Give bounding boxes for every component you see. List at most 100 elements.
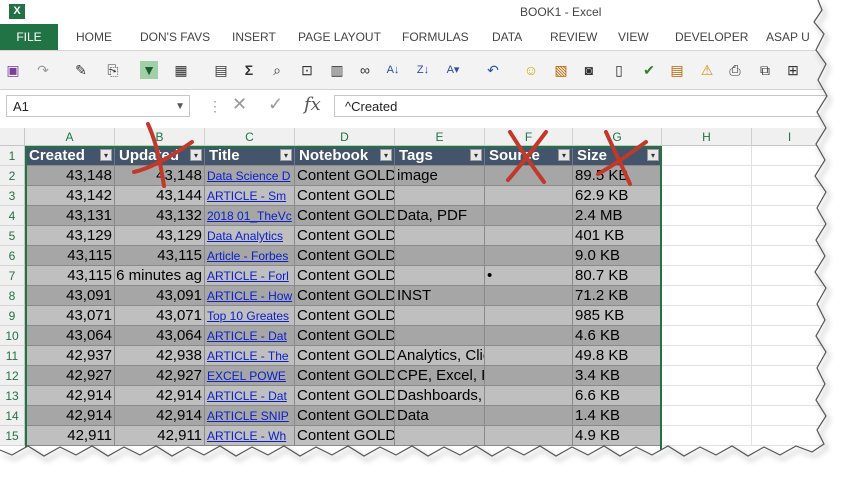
empty-cell[interactable] (752, 246, 828, 266)
empty-cell[interactable] (662, 186, 752, 206)
table-icon[interactable]: ▥ (328, 61, 346, 79)
tab-formulas[interactable]: FORMULAS (402, 24, 469, 50)
filter-dropdown-icon[interactable]: ▾ (280, 149, 292, 161)
table-cell[interactable] (485, 186, 573, 206)
table-cell[interactable]: 42,911 (25, 426, 115, 446)
empty-cell[interactable] (662, 246, 752, 266)
empty-cell[interactable] (662, 166, 752, 186)
table-cell-link[interactable]: Data Science D (205, 166, 295, 186)
row-header[interactable]: 4 (0, 206, 25, 226)
table-cell[interactable]: 43,129 (25, 226, 115, 246)
empty-cell[interactable] (662, 306, 752, 326)
empty-cell[interactable] (752, 366, 828, 386)
column-header-d[interactable]: D (295, 128, 395, 146)
sort-custom-icon[interactable]: A▾ (444, 61, 462, 79)
table-header-updated[interactable]: Updated ▾ (115, 146, 205, 166)
table-cell[interactable] (485, 406, 573, 426)
table-cell[interactable]: Data (395, 406, 485, 426)
table-cell[interactable]: Content GOLD (295, 186, 395, 206)
table-cell[interactable]: 4.9 KB (573, 426, 662, 446)
form-icon[interactable]: ▦ (172, 61, 190, 79)
empty-cell[interactable] (662, 286, 752, 306)
table-cell[interactable] (485, 166, 573, 186)
tab-file[interactable]: FILE (0, 24, 58, 50)
column-header-f[interactable]: F (485, 128, 573, 146)
table-cell[interactable]: 43,144 (115, 186, 205, 206)
table-cell[interactable] (395, 306, 485, 326)
empty-cell[interactable] (752, 146, 828, 166)
row-header[interactable]: 15 (0, 426, 25, 446)
table-cell[interactable]: 2.4 MB (573, 206, 662, 226)
blank-document-icon[interactable]: ▯ (610, 61, 628, 79)
table-cell-link[interactable]: Data Analytics (205, 226, 295, 246)
table-cell[interactable]: 62.9 KB (573, 186, 662, 206)
table-cell[interactable]: 42,911 (115, 426, 205, 446)
table-cell[interactable]: 1.4 KB (573, 406, 662, 426)
tab-view[interactable]: VIEW (618, 24, 649, 50)
smiley-icon[interactable]: ☺ (522, 61, 540, 79)
empty-cell[interactable] (662, 426, 752, 446)
table-cell[interactable]: 985 KB (573, 306, 662, 326)
table-cell[interactable]: 43,142 (25, 186, 115, 206)
table-cell[interactable]: 43,115 (115, 246, 205, 266)
filter-icon[interactable]: ▼ (140, 61, 158, 79)
table-cell[interactable]: INST (395, 286, 485, 306)
table-cell[interactable]: 43,129 (115, 226, 205, 246)
row-header[interactable]: 10 (0, 326, 25, 346)
table-cell[interactable]: 3.4 KB (573, 366, 662, 386)
table-cell[interactable]: Content GOLD (295, 326, 395, 346)
link-icon[interactable]: ∞ (356, 61, 374, 79)
row-header[interactable]: 14 (0, 406, 25, 426)
table-header-source[interactable]: Source ▾ (485, 146, 573, 166)
table-cell[interactable] (485, 326, 573, 346)
table-cell[interactable] (395, 326, 485, 346)
table-cell-link[interactable]: ARTICLE - Dat (205, 326, 295, 346)
table-cell[interactable]: Content GOLD (295, 406, 395, 426)
table-cell-link[interactable]: ARTICLE - How (205, 286, 295, 306)
table-cell[interactable] (485, 206, 573, 226)
column-header-a[interactable]: A (25, 128, 115, 146)
table-cell[interactable]: 42,927 (25, 366, 115, 386)
table-cell[interactable]: 42,914 (25, 386, 115, 406)
format-painter-icon[interactable]: ✎ (72, 61, 90, 79)
paste-special-icon[interactable]: ⎘ (104, 61, 122, 79)
row-header[interactable]: 8 (0, 286, 25, 306)
table-cell[interactable]: 43,132 (115, 206, 205, 226)
table-cell[interactable]: 43,071 (115, 306, 205, 326)
empty-cell[interactable] (662, 146, 752, 166)
warning-icon[interactable]: ⚠ (698, 61, 716, 79)
chart-icon[interactable]: ▧ (552, 61, 570, 79)
table-header-notebook[interactable]: Notebook ▾ (295, 146, 395, 166)
row-header[interactable]: 3 (0, 186, 25, 206)
table-cell[interactable] (395, 426, 485, 446)
table-cell[interactable] (485, 426, 573, 446)
tab-asap-utilities[interactable]: ASAP U (766, 24, 810, 50)
printer-icon[interactable]: ⎙ (726, 61, 744, 79)
page-setup-icon[interactable]: ⧉ (756, 61, 774, 79)
table-cell[interactable]: 6.6 KB (573, 386, 662, 406)
table-cell[interactable]: Content GOLD (295, 166, 395, 186)
table-cell[interactable]: Content GOLD (295, 266, 395, 286)
row-header[interactable]: 1 (0, 146, 25, 166)
column-header-h[interactable]: H (662, 128, 752, 146)
tab-page-layout[interactable]: PAGE LAYOUT (298, 24, 381, 50)
table-cell-link[interactable]: ARTICLE - The (205, 346, 295, 366)
sort-az-icon[interactable]: A↓ (384, 61, 402, 79)
sum-icon[interactable]: Σ (240, 61, 258, 79)
enter-icon[interactable]: ✓ (268, 94, 283, 115)
table-cell[interactable]: 49.8 KB (573, 346, 662, 366)
tab-data[interactable]: DATA (492, 24, 522, 50)
table-cell-link[interactable]: ARTICLE - Dat (205, 386, 295, 406)
table-cell[interactable] (395, 246, 485, 266)
table-cell[interactable] (395, 186, 485, 206)
select-all-corner[interactable] (0, 128, 25, 146)
table-cell[interactable]: 42,914 (115, 406, 205, 426)
cancel-icon[interactable]: ✕ (232, 94, 247, 115)
row-header[interactable]: 7 (0, 266, 25, 286)
paste-link-icon[interactable]: ⊡ (298, 61, 316, 79)
empty-cell[interactable] (662, 226, 752, 246)
notes-icon[interactable]: ▤ (668, 61, 686, 79)
table-cell[interactable]: 71.2 KB (573, 286, 662, 306)
column-header-b[interactable]: B (115, 128, 205, 146)
filter-dropdown-icon[interactable]: ▾ (190, 149, 202, 161)
